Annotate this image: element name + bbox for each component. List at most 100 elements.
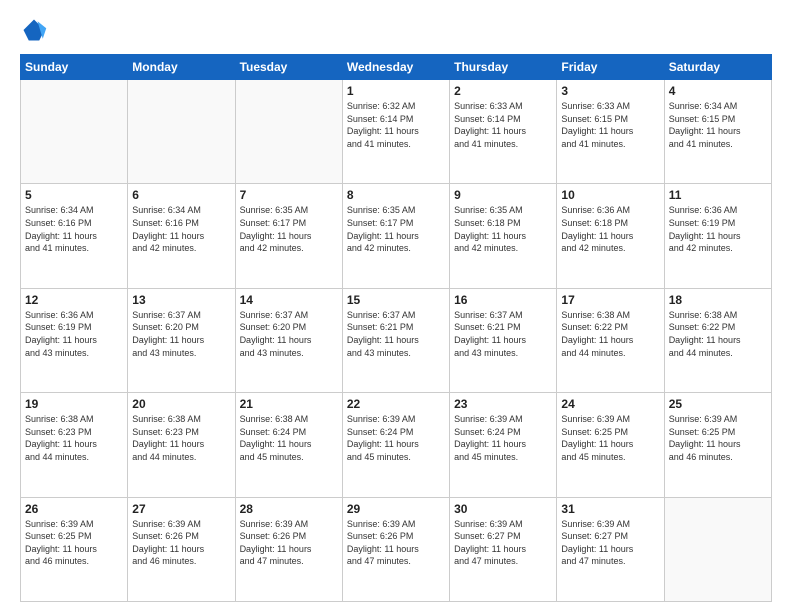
day-info: Sunrise: 6:37 AM Sunset: 6:21 PM Dayligh… bbox=[347, 309, 445, 359]
day-info: Sunrise: 6:36 AM Sunset: 6:19 PM Dayligh… bbox=[669, 204, 767, 254]
header-cell-monday: Monday bbox=[128, 55, 235, 80]
day-info: Sunrise: 6:37 AM Sunset: 6:20 PM Dayligh… bbox=[132, 309, 230, 359]
day-info: Sunrise: 6:39 AM Sunset: 6:27 PM Dayligh… bbox=[454, 518, 552, 568]
day-cell: 30 Sunrise: 6:39 AM Sunset: 6:27 PM Dayli… bbox=[450, 497, 557, 601]
day-info: Sunrise: 6:39 AM Sunset: 6:24 PM Dayligh… bbox=[347, 413, 445, 463]
day-info: Sunrise: 6:38 AM Sunset: 6:22 PM Dayligh… bbox=[561, 309, 659, 359]
day-cell: 18 Sunrise: 6:38 AM Sunset: 6:22 PM Dayli… bbox=[664, 288, 771, 392]
day-cell: 6 Sunrise: 6:34 AM Sunset: 6:16 PM Daylig… bbox=[128, 184, 235, 288]
day-info: Sunrise: 6:36 AM Sunset: 6:18 PM Dayligh… bbox=[561, 204, 659, 254]
day-cell bbox=[21, 80, 128, 184]
day-cell: 22 Sunrise: 6:39 AM Sunset: 6:24 PM Dayli… bbox=[342, 393, 449, 497]
day-number: 3 bbox=[561, 84, 659, 98]
day-info: Sunrise: 6:39 AM Sunset: 6:25 PM Dayligh… bbox=[25, 518, 123, 568]
day-cell: 19Sunrise: 6:38 AM Sunset: 6:23 PM Dayli… bbox=[21, 393, 128, 497]
day-info: Sunrise: 6:39 AM Sunset: 6:26 PM Dayligh… bbox=[347, 518, 445, 568]
day-cell: 31 Sunrise: 6:39 AM Sunset: 6:27 PM Dayli… bbox=[557, 497, 664, 601]
day-number: 2 bbox=[454, 84, 552, 98]
day-info: Sunrise: 6:36 AM Sunset: 6:19 PM Dayligh… bbox=[25, 309, 123, 359]
day-number: 31 bbox=[561, 502, 659, 516]
day-number: 22 bbox=[347, 397, 445, 411]
day-info: Sunrise: 6:35 AM Sunset: 6:18 PM Dayligh… bbox=[454, 204, 552, 254]
day-cell: 8 Sunrise: 6:35 AM Sunset: 6:17 PM Daylig… bbox=[342, 184, 449, 288]
day-number: 7 bbox=[240, 188, 338, 202]
day-cell: 16 Sunrise: 6:37 AM Sunset: 6:21 PM Dayli… bbox=[450, 288, 557, 392]
day-number: 25 bbox=[669, 397, 767, 411]
header-cell-tuesday: Tuesday bbox=[235, 55, 342, 80]
day-number: 27 bbox=[132, 502, 230, 516]
day-cell: 24 Sunrise: 6:39 AM Sunset: 6:25 PM Dayli… bbox=[557, 393, 664, 497]
day-cell: 9 Sunrise: 6:35 AM Sunset: 6:18 PM Daylig… bbox=[450, 184, 557, 288]
day-cell: 29 Sunrise: 6:39 AM Sunset: 6:26 PM Dayli… bbox=[342, 497, 449, 601]
day-cell: 2 Sunrise: 6:33 AM Sunset: 6:14 PM Daylig… bbox=[450, 80, 557, 184]
day-cell: 27 Sunrise: 6:39 AM Sunset: 6:26 PM Dayli… bbox=[128, 497, 235, 601]
day-info: Sunrise: 6:34 AM Sunset: 6:15 PM Dayligh… bbox=[669, 100, 767, 150]
day-cell bbox=[128, 80, 235, 184]
day-number: 14 bbox=[240, 293, 338, 307]
day-number: 5 bbox=[25, 188, 123, 202]
day-number: 6 bbox=[132, 188, 230, 202]
day-info: Sunrise: 6:33 AM Sunset: 6:15 PM Dayligh… bbox=[561, 100, 659, 150]
day-number: 19 bbox=[25, 397, 123, 411]
header bbox=[20, 16, 772, 44]
day-info: Sunrise: 6:38 AM Sunset: 6:22 PM Dayligh… bbox=[669, 309, 767, 359]
day-number: 18 bbox=[669, 293, 767, 307]
header-row: SundayMondayTuesdayWednesdayThursdayFrid… bbox=[21, 55, 772, 80]
day-cell: 13 Sunrise: 6:37 AM Sunset: 6:20 PM Dayli… bbox=[128, 288, 235, 392]
day-cell: 11Sunrise: 6:36 AM Sunset: 6:19 PM Dayli… bbox=[664, 184, 771, 288]
day-cell: 3 Sunrise: 6:33 AM Sunset: 6:15 PM Daylig… bbox=[557, 80, 664, 184]
day-info: Sunrise: 6:34 AM Sunset: 6:16 PM Dayligh… bbox=[25, 204, 123, 254]
day-cell: 17 Sunrise: 6:38 AM Sunset: 6:22 PM Dayli… bbox=[557, 288, 664, 392]
day-cell bbox=[664, 497, 771, 601]
day-cell: 14 Sunrise: 6:37 AM Sunset: 6:20 PM Dayli… bbox=[235, 288, 342, 392]
day-info: Sunrise: 6:37 AM Sunset: 6:21 PM Dayligh… bbox=[454, 309, 552, 359]
day-cell: 28 Sunrise: 6:39 AM Sunset: 6:26 PM Dayli… bbox=[235, 497, 342, 601]
day-number: 13 bbox=[132, 293, 230, 307]
week-row-4: 19 Sunrise: 6:38 AM Sunset: 6:23 PM Dayli… bbox=[21, 393, 772, 497]
day-cell bbox=[235, 80, 342, 184]
day-cell: 21Sunrise: 6:38 AM Sunset: 6:24 PM Dayli… bbox=[235, 393, 342, 497]
calendar-header: SundayMondayTuesdayWednesdayThursdayFrid… bbox=[21, 55, 772, 80]
header-cell-sunday: Sunday bbox=[21, 55, 128, 80]
header-cell-thursday: Thursday bbox=[450, 55, 557, 80]
week-row-2: 5 Sunrise: 6:34 AM Sunset: 6:16 PM Daylig… bbox=[21, 184, 772, 288]
day-info: Sunrise: 6:39 AM Sunset: 6:26 PM Dayligh… bbox=[240, 518, 338, 568]
day-number: 30 bbox=[454, 502, 552, 516]
week-row-3: 12Sunrise: 6:36 AM Sunset: 6:19 PM Dayli… bbox=[21, 288, 772, 392]
day-info: Sunrise: 6:39 AM Sunset: 6:27 PM Dayligh… bbox=[561, 518, 659, 568]
day-number: 8 bbox=[347, 188, 445, 202]
day-info: Sunrise: 6:39 AM Sunset: 6:25 PM Dayligh… bbox=[561, 413, 659, 463]
day-info: Sunrise: 6:33 AM Sunset: 6:14 PM Dayligh… bbox=[454, 100, 552, 150]
header-cell-saturday: Saturday bbox=[664, 55, 771, 80]
calendar-body: 1Sunrise: 6:32 AM Sunset: 6:14 PM Daylig… bbox=[21, 80, 772, 602]
day-number: 23 bbox=[454, 397, 552, 411]
page: SundayMondayTuesdayWednesdayThursdayFrid… bbox=[0, 0, 792, 612]
day-info: Sunrise: 6:38 AM Sunset: 6:23 PM Dayligh… bbox=[132, 413, 230, 463]
day-number: 28 bbox=[240, 502, 338, 516]
logo-icon bbox=[20, 16, 48, 44]
day-cell: 7Sunrise: 6:35 AM Sunset: 6:17 PM Daylig… bbox=[235, 184, 342, 288]
day-cell: 20 Sunrise: 6:38 AM Sunset: 6:23 PM Dayli… bbox=[128, 393, 235, 497]
day-cell: 25 Sunrise: 6:39 AM Sunset: 6:25 PM Dayli… bbox=[664, 393, 771, 497]
day-number: 20 bbox=[132, 397, 230, 411]
day-number: 24 bbox=[561, 397, 659, 411]
header-cell-wednesday: Wednesday bbox=[342, 55, 449, 80]
day-cell: 12Sunrise: 6:36 AM Sunset: 6:19 PM Dayli… bbox=[21, 288, 128, 392]
day-number: 4 bbox=[669, 84, 767, 98]
logo bbox=[20, 16, 52, 44]
day-number: 10 bbox=[561, 188, 659, 202]
day-info: Sunrise: 6:39 AM Sunset: 6:26 PM Dayligh… bbox=[132, 518, 230, 568]
day-number: 16 bbox=[454, 293, 552, 307]
day-number: 9 bbox=[454, 188, 552, 202]
day-cell: 4 Sunrise: 6:34 AM Sunset: 6:15 PM Daylig… bbox=[664, 80, 771, 184]
day-info: Sunrise: 6:38 AM Sunset: 6:24 PM Dayligh… bbox=[240, 413, 338, 463]
week-row-1: 1Sunrise: 6:32 AM Sunset: 6:14 PM Daylig… bbox=[21, 80, 772, 184]
day-cell: 23Sunrise: 6:39 AM Sunset: 6:24 PM Dayli… bbox=[450, 393, 557, 497]
day-info: Sunrise: 6:34 AM Sunset: 6:16 PM Dayligh… bbox=[132, 204, 230, 254]
day-number: 29 bbox=[347, 502, 445, 516]
day-info: Sunrise: 6:39 AM Sunset: 6:25 PM Dayligh… bbox=[669, 413, 767, 463]
day-number: 17 bbox=[561, 293, 659, 307]
day-info: Sunrise: 6:35 AM Sunset: 6:17 PM Dayligh… bbox=[347, 204, 445, 254]
day-info: Sunrise: 6:37 AM Sunset: 6:20 PM Dayligh… bbox=[240, 309, 338, 359]
day-number: 26 bbox=[25, 502, 123, 516]
